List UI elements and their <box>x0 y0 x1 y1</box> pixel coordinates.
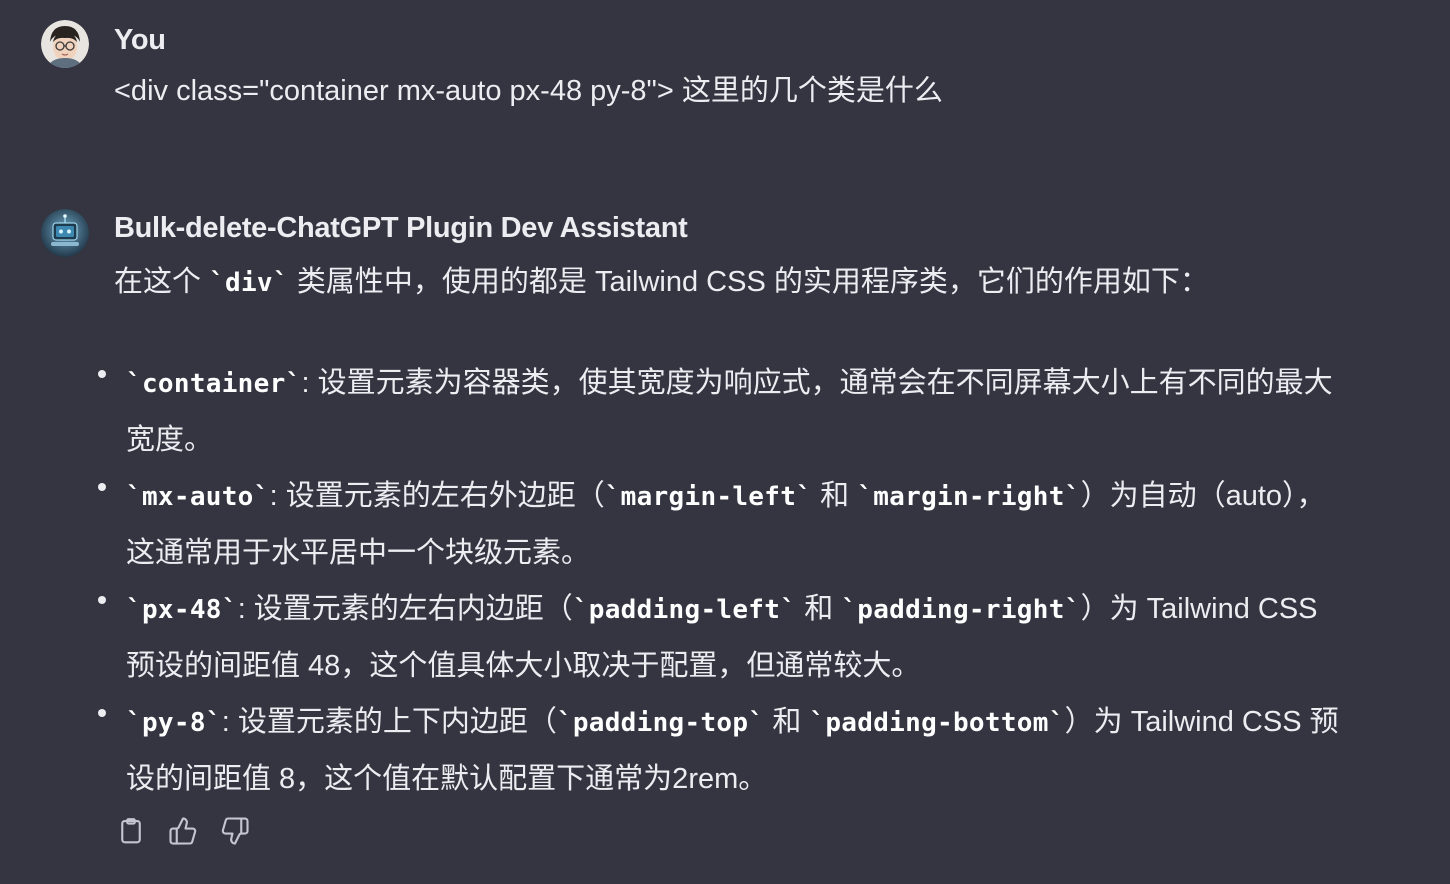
thumbs-up-button[interactable] <box>166 812 200 850</box>
inline-code: `mx-auto` <box>126 482 270 512</box>
list-item: `mx-auto`: 设置元素的左右外边距（`margin-left` 和 `m… <box>96 468 1346 581</box>
inline-code: `margin-right` <box>857 482 1081 512</box>
inline-code: `padding-right` <box>841 595 1081 625</box>
thumbs-down-button[interactable] <box>218 812 252 850</box>
intro-after: 类属性中，使用的都是 Tailwind CSS 的实用程序类，它们的作用如下： <box>288 266 1209 298</box>
chat-thread: You <div class="container mx-auto px-48 … <box>0 0 1450 884</box>
inline-code: `div` <box>209 268 289 298</box>
inline-code: `py-8` <box>126 708 222 738</box>
class-explanation-list: `container`: 设置元素为容器类，使其宽度为响应式，通常会在不同屏幕大… <box>96 355 1346 807</box>
user-avatar <box>41 20 89 68</box>
intro-before: 在这个 <box>114 266 210 298</box>
clipboard-icon <box>121 818 141 844</box>
list-item-text: 和 <box>796 593 842 625</box>
inline-code: `padding-top` <box>556 708 765 738</box>
inline-code: `px-48` <box>126 595 238 625</box>
list-item: `px-48`: 设置元素的左右内边距（`padding-left` 和 `pa… <box>96 581 1346 694</box>
inline-code: `container` <box>126 369 302 399</box>
message-actions <box>114 812 252 850</box>
assistant-intro-text: 在这个 `div` 类属性中，使用的都是 Tailwind CSS 的实用程序类… <box>114 262 1209 303</box>
user-author-name: You <box>114 24 166 56</box>
list-item: `py-8`: 设置元素的上下内边距（`padding-top` 和 `padd… <box>96 694 1346 807</box>
user-message-text: <div class="container mx-auto px-48 py-8… <box>114 75 943 107</box>
thumbs-down-icon <box>221 817 249 845</box>
robot-assistant-icon <box>41 209 89 257</box>
list-item-text: 和 <box>764 706 810 738</box>
inline-code: `margin-left` <box>604 482 813 512</box>
assistant-author-name: Bulk-delete-ChatGPT Plugin Dev Assistant <box>114 212 688 244</box>
list-item: `container`: 设置元素为容器类，使其宽度为响应式，通常会在不同屏幕大… <box>96 355 1346 468</box>
list-item-text: : 设置元素为容器类，使其宽度为响应式，通常会在不同屏幕大小上有不同的最大宽度。 <box>126 367 1333 456</box>
list-item-text: : 设置元素的上下内边距（ <box>221 706 557 738</box>
assistant-avatar <box>41 209 89 257</box>
inline-code: `padding-left` <box>572 595 797 625</box>
inline-code: `padding-bottom` <box>809 708 1065 738</box>
list-item-text: : 设置元素的左右内边距（ <box>237 593 573 625</box>
thumbs-up-icon <box>169 817 197 845</box>
list-item-text: 和 <box>812 480 858 512</box>
user-photo-icon <box>41 20 89 68</box>
copy-button[interactable] <box>114 812 148 850</box>
list-item-text: : 设置元素的左右外边距（ <box>269 480 605 512</box>
